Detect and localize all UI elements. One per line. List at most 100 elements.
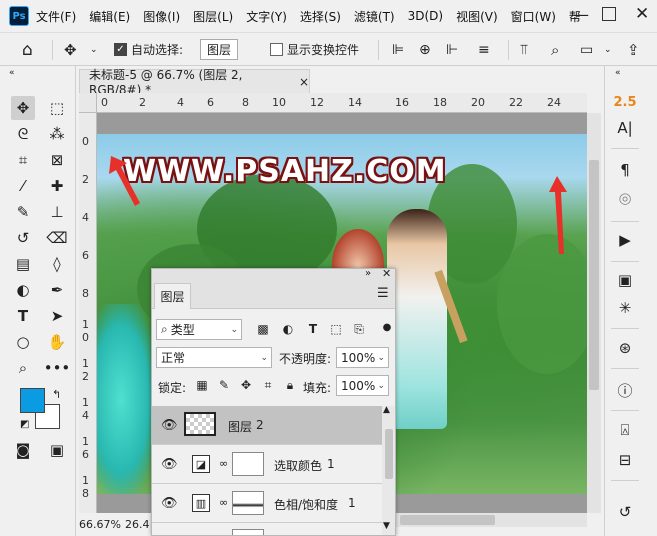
menu-file[interactable]: 文件(F) bbox=[36, 8, 76, 25]
align-center-icon[interactable]: ⊕ bbox=[419, 33, 431, 66]
crop-tool-icon[interactable]: ⌗ bbox=[11, 148, 35, 172]
document-tab[interactable]: 未标题-5 @ 66.7% (图层 2, RGB/8#) * × bbox=[79, 68, 310, 97]
libraries-icon[interactable]: ▣ bbox=[611, 268, 639, 292]
move-tool-icon[interactable]: ✥ bbox=[64, 33, 77, 66]
hand-tool-icon[interactable]: ✋ bbox=[45, 330, 69, 354]
show-transform-checkbox[interactable]: 显示变换控件 bbox=[270, 33, 359, 66]
link-icon[interactable]: ∞ bbox=[219, 496, 228, 509]
align-right-icon[interactable]: ⊩ bbox=[446, 33, 458, 66]
default-colors-icon[interactable]: ◩ bbox=[20, 419, 29, 430]
menu-3d[interactable]: 3D(D) bbox=[408, 9, 443, 23]
link-icon[interactable]: ∞ bbox=[219, 457, 228, 470]
visibility-eye-icon[interactable]: 👁︎ bbox=[161, 418, 178, 433]
marquee-tool-icon[interactable]: ⬚ bbox=[45, 96, 69, 120]
brush-tool-icon[interactable]: ✎ bbox=[11, 200, 35, 224]
filter-smart-object-icon[interactable]: ⎘ bbox=[351, 321, 367, 337]
visibility-eye-icon[interactable]: 👁︎ bbox=[161, 496, 178, 511]
glyphs-icon[interactable]: ⊟ bbox=[611, 448, 639, 472]
more-tools-icon[interactable]: ••• bbox=[44, 356, 71, 380]
search-icon[interactable]: ⌕ bbox=[551, 33, 559, 66]
lock-all-icon[interactable]: 🔒︎ bbox=[282, 377, 298, 393]
character-panel-icon[interactable]: A| bbox=[611, 116, 639, 140]
home-icon[interactable]: ⌂ bbox=[22, 33, 33, 66]
info-icon[interactable]: ⓘ bbox=[611, 378, 639, 402]
horizontal-scroll-thumb[interactable] bbox=[400, 515, 495, 525]
history-icon[interactable]: ↺ bbox=[611, 500, 639, 524]
menu-edit[interactable]: 编辑(E) bbox=[89, 8, 130, 25]
history-brush-icon[interactable]: ↺ bbox=[11, 226, 35, 250]
brush-settings-icon[interactable]: ◎ bbox=[611, 186, 639, 210]
vertical-ruler[interactable]: 0 2 4 6 8 1 0 1 2 1 4 1 6 1 8 bbox=[79, 113, 97, 513]
filter-shape-icon[interactable]: ⬚ bbox=[328, 321, 344, 337]
filter-type-dropdown[interactable]: ⌕ 类型 ⌄ bbox=[156, 319, 242, 340]
blend-mode-dropdown[interactable]: 正常 ⌄ bbox=[156, 347, 272, 368]
filter-toggle-icon[interactable]: ● bbox=[379, 319, 395, 335]
lock-pixels-icon[interactable]: ✎ bbox=[216, 377, 232, 393]
close-icon[interactable]: ✕ bbox=[635, 4, 649, 24]
character-styles-icon[interactable]: ⍓ bbox=[611, 418, 639, 442]
zoom-tool-icon[interactable]: ⌕ bbox=[11, 356, 35, 380]
type-tool-icon[interactable]: T bbox=[11, 304, 35, 328]
close-tab-icon[interactable]: × bbox=[299, 75, 309, 89]
blur-tool-icon[interactable]: ◊ bbox=[45, 252, 69, 276]
path-selection-icon[interactable]: ➤ bbox=[45, 304, 69, 328]
menu-image[interactable]: 图像(I) bbox=[143, 8, 180, 25]
eyedropper-icon[interactable]: ⁄ bbox=[11, 174, 35, 198]
layer-row[interactable] bbox=[152, 523, 382, 535]
tab-layers[interactable]: 图层 bbox=[154, 283, 191, 309]
panel-menu-icon[interactable]: ☰ bbox=[377, 286, 389, 301]
collapse-icon[interactable]: « bbox=[9, 68, 15, 78]
lock-artboard-icon[interactable]: ⌗ bbox=[260, 377, 276, 393]
auto-select-checkbox[interactable]: ✓ 自动选择: bbox=[114, 33, 183, 66]
swap-colors-icon[interactable]: ↰ bbox=[52, 388, 61, 401]
maximize-icon[interactable] bbox=[602, 7, 616, 21]
frame-tool-icon[interactable]: ⊠ bbox=[45, 148, 69, 172]
scroll-up-icon[interactable]: ▲ bbox=[383, 405, 390, 415]
minimize-icon[interactable]: — bbox=[573, 5, 589, 24]
zoom-level[interactable]: 66.67% bbox=[79, 518, 125, 531]
filter-adjustment-icon[interactable]: ◐ bbox=[280, 321, 296, 337]
workspace-icon[interactable]: ▭ bbox=[580, 33, 593, 66]
menu-filter[interactable]: 滤镜(T) bbox=[354, 8, 395, 25]
distribute-icon[interactable]: ≡ bbox=[478, 33, 490, 66]
lock-transparency-icon[interactable]: ▦ bbox=[194, 377, 210, 393]
filter-pixel-icon[interactable]: ▩ bbox=[255, 321, 271, 337]
collapse-icon[interactable]: « bbox=[615, 68, 621, 78]
eraser-icon[interactable]: ⌫ bbox=[45, 226, 69, 250]
layer-row[interactable]: 👁︎ ▥ ∞ 色相/饱和度 1 bbox=[152, 484, 382, 523]
quick-mask-icon[interactable]: ◙ bbox=[11, 438, 35, 462]
dodge-tool-icon[interactable]: ◐ bbox=[11, 278, 35, 302]
layer-comps-icon[interactable]: ⊛ bbox=[611, 336, 639, 360]
layers-scroll-thumb[interactable] bbox=[385, 429, 393, 479]
menu-view[interactable]: 视图(V) bbox=[456, 8, 498, 25]
align-top-icon[interactable]: ⫪ bbox=[520, 33, 528, 66]
clone-stamp-icon[interactable]: ⊥ bbox=[45, 200, 69, 224]
magic-wand-icon[interactable]: ⁂ bbox=[45, 122, 69, 146]
close-panel-icon[interactable]: ✕ bbox=[382, 269, 391, 280]
play-icon[interactable]: ▶ bbox=[611, 228, 639, 252]
ellipse-tool-icon[interactable]: ○ bbox=[11, 330, 35, 354]
filter-type-icon[interactable]: T bbox=[305, 321, 321, 337]
screen-mode-icon[interactable]: ▣ bbox=[45, 438, 69, 462]
menu-type[interactable]: 文字(Y) bbox=[246, 8, 287, 25]
ruler-origin[interactable] bbox=[79, 93, 97, 113]
opacity-field[interactable]: 100% ⌄ bbox=[336, 347, 389, 368]
share-icon[interactable]: ⇪ bbox=[627, 33, 640, 66]
foreground-color-swatch[interactable] bbox=[20, 388, 45, 413]
lock-position-icon[interactable]: ✥ bbox=[238, 377, 254, 393]
vertical-scroll-thumb[interactable] bbox=[589, 160, 599, 390]
pen-tool-icon[interactable]: ✒ bbox=[45, 278, 69, 302]
align-left-icon[interactable]: ⊫ bbox=[392, 33, 404, 66]
move-tool-icon[interactable]: ✥ bbox=[11, 96, 35, 120]
horizontal-ruler[interactable]: 0 2 4 6 8 10 12 14 16 18 20 22 24 bbox=[97, 93, 587, 113]
visibility-eye-icon[interactable]: 👁︎ bbox=[161, 457, 178, 472]
menu-window[interactable]: 窗口(W) bbox=[511, 8, 556, 25]
menu-select[interactable]: 选择(S) bbox=[300, 8, 341, 25]
scroll-down-icon[interactable]: ▼ bbox=[383, 521, 390, 531]
lasso-tool-icon[interactable]: ᘓ bbox=[11, 122, 35, 146]
chevron-down-icon[interactable]: ⌄ bbox=[90, 33, 98, 66]
chevron-down-icon[interactable]: ⌄ bbox=[604, 33, 612, 66]
auto-select-target-dropdown[interactable]: 图层 bbox=[200, 39, 239, 60]
gradient-tool-icon[interactable]: ▤ bbox=[11, 252, 35, 276]
adjustments-icon[interactable]: ✳ bbox=[611, 296, 639, 320]
